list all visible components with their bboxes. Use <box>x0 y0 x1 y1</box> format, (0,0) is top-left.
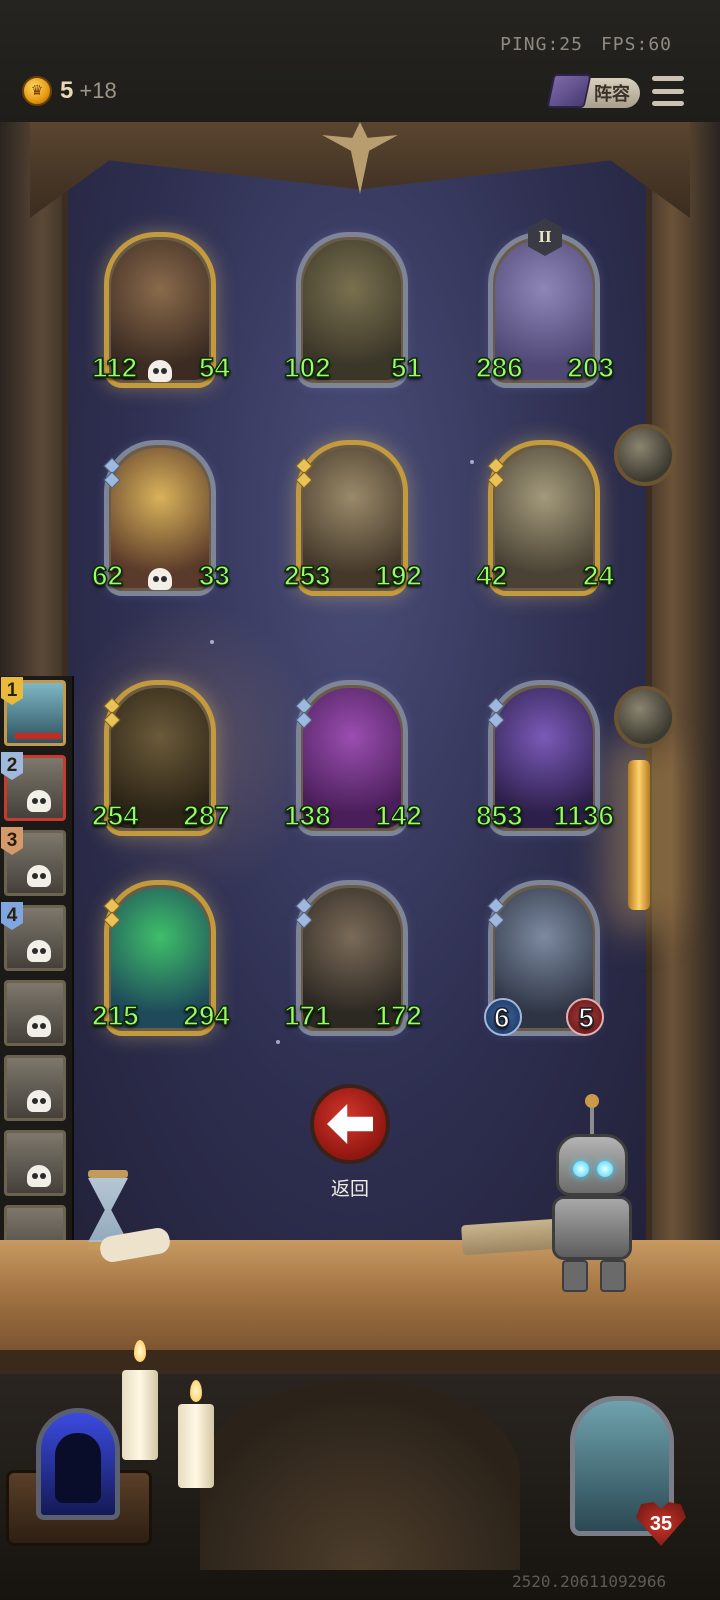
attack-value: 171 <box>283 999 331 1032</box>
skull-icon <box>148 568 172 590</box>
gold-amount: 5 <box>60 77 74 104</box>
attack-value: 286 <box>475 351 523 384</box>
sparkle-icon <box>276 1040 280 1044</box>
health-value: 24 <box>582 559 615 592</box>
back-button[interactable] <box>310 1084 390 1164</box>
network-stats: PING:25 FPS:60 <box>482 34 672 55</box>
attack-value: 102 <box>283 351 331 384</box>
shadow-creature-icon <box>55 1433 101 1503</box>
minion-card-hunter[interactable]: 102 51 <box>283 232 423 392</box>
player-slot[interactable] <box>4 980 66 1046</box>
health-value: 142 <box>375 799 423 832</box>
game-screen: PING:25 FPS:60 ♛ 5 +18 阵容 112 54 102 51 II 286… <box>0 0 720 1600</box>
enemy-preview-orb[interactable] <box>614 424 676 486</box>
spell-preview-orb[interactable] <box>614 686 676 748</box>
build-id: 2520.20611092966 <box>512 1572 667 1591</box>
attack-value: 112 <box>91 351 138 384</box>
health-value: 51 <box>390 351 423 384</box>
player-health-bar <box>15 733 61 739</box>
player-slot[interactable]: 4 <box>1 902 66 971</box>
health-value: 5 <box>578 1001 595 1034</box>
player-slot[interactable]: 1 <box>1 677 66 746</box>
player-ranking-sidebar: 1 2 3 4 <box>0 676 74 1276</box>
minion-card-rose-knight[interactable]: 42 24 <box>475 440 615 600</box>
skull-icon <box>27 865 51 887</box>
health-value: 33 <box>198 559 231 592</box>
player-slot[interactable]: 2 <box>1 752 66 821</box>
arrow-left-icon <box>327 1104 373 1144</box>
candle-icon <box>122 1370 158 1460</box>
ping-readout: PING:25 <box>500 34 583 55</box>
brass-lamp <box>628 760 650 910</box>
top-hud: PING:25 FPS:60 ♛ 5 +18 阵容 <box>0 0 720 122</box>
health-value: 287 <box>183 799 231 832</box>
rank-badge: 4 <box>1 902 23 930</box>
fps-readout: FPS:60 <box>600 34 672 55</box>
skull-icon <box>27 790 51 812</box>
rank-badge: 1 <box>1 677 23 705</box>
health-value: 1136 <box>553 799 615 832</box>
rank-badge: 3 <box>1 827 23 855</box>
skull-icon <box>27 940 51 962</box>
minion-card-gunner-lady[interactable]: 112 54 <box>91 232 231 392</box>
minion-card-witch-queen[interactable]: 853 1136 <box>475 680 615 840</box>
attack-value: 254 <box>91 799 139 832</box>
attack-value: 138 <box>283 799 331 832</box>
sparkle-icon <box>470 460 474 464</box>
minion-card-armored-heroine[interactable]: 253 192 <box>283 440 423 600</box>
lineup-label: 阵容 <box>594 84 630 105</box>
hero-power-portrait[interactable] <box>36 1408 120 1520</box>
health-value: 54 <box>198 351 231 384</box>
attack-value: 853 <box>475 799 523 832</box>
flame-icon <box>134 1340 146 1362</box>
attack-value: 253 <box>283 559 331 592</box>
desk-edge <box>0 1350 720 1374</box>
skull-icon <box>148 360 172 382</box>
skull-icon <box>27 1165 51 1187</box>
gold-income: +18 <box>79 78 117 103</box>
player-slot[interactable] <box>4 1130 66 1196</box>
skull-icon <box>27 1015 51 1037</box>
book-icon[interactable] <box>546 74 592 108</box>
minion-card-cactus[interactable]: 138 142 <box>283 680 423 840</box>
rank-badge: 2 <box>1 752 23 780</box>
menu-icon[interactable] <box>652 76 684 106</box>
crown-coin-icon: ♛ <box>22 76 52 106</box>
attack-value: 6 <box>493 1001 510 1034</box>
health-value: 172 <box>375 999 423 1032</box>
robot-mascot[interactable] <box>540 1094 646 1292</box>
player-slot[interactable]: 3 <box>1 827 66 896</box>
attack-value: 62 <box>91 559 124 592</box>
health-value: 294 <box>183 999 231 1032</box>
minion-card-ghost-pair[interactable]: 215 294 <box>91 880 231 1040</box>
candle-icon <box>178 1404 214 1488</box>
minion-card-rose-knight-base[interactable]: 65 <box>484 880 604 1040</box>
health-value: 192 <box>375 559 423 592</box>
flame-icon <box>190 1380 202 1402</box>
back-button-label: 返回 <box>330 1178 369 1200</box>
minion-card-winged-demon[interactable]: 171 172 <box>283 880 423 1040</box>
gear-icon <box>200 1380 520 1570</box>
sparkle-icon <box>210 640 214 644</box>
minion-card-pumpkin-beast[interactable]: 254 287 <box>91 680 231 840</box>
player-slot[interactable] <box>4 1055 66 1121</box>
minion-portrait <box>111 448 209 588</box>
gold-counter: ♛ 5 +18 <box>22 76 117 106</box>
attack-value: 215 <box>91 999 139 1032</box>
health-value: 203 <box>567 351 615 384</box>
minion-portrait <box>495 448 593 588</box>
attack-value: 42 <box>475 559 508 592</box>
minion-card-horned-goblin[interactable]: 62 33 <box>91 440 231 600</box>
minion-card-knight-squire[interactable]: II 286 203 <box>475 218 615 392</box>
skull-icon <box>27 1090 51 1112</box>
